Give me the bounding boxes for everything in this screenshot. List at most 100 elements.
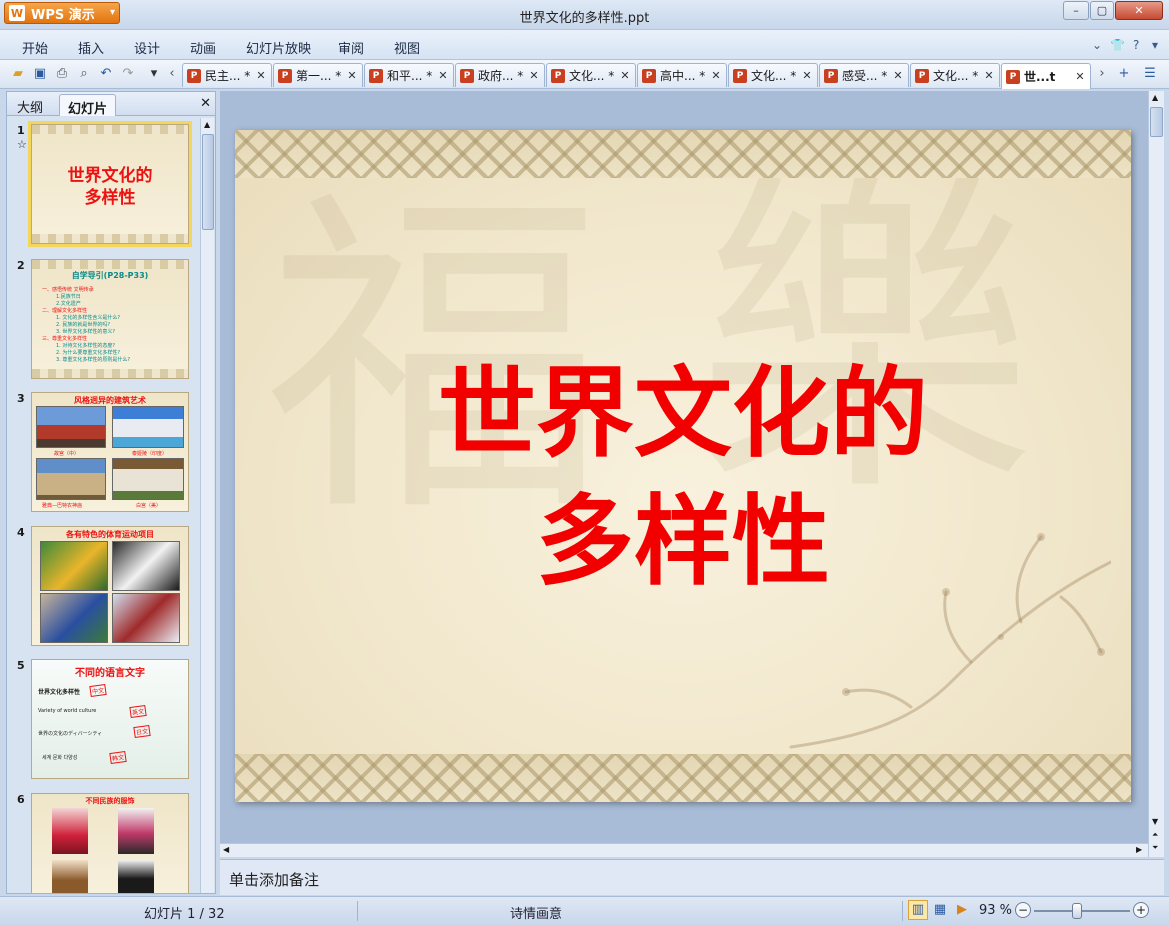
photo-costume: [118, 808, 154, 854]
doc-tab[interactable]: P 第一... * ✕: [273, 63, 363, 87]
slide-title-line1: 世界文化的: [437, 356, 928, 471]
save-icon[interactable]: ▣: [32, 66, 48, 82]
skin-shirt-icon[interactable]: 👕: [1110, 38, 1125, 52]
scroll-up-icon[interactable]: ▲: [1152, 93, 1158, 102]
scroll-down-icon[interactable]: ▼: [1152, 817, 1158, 826]
tab-close-icon[interactable]: ✕: [528, 69, 540, 82]
doc-tab-label: 高中... *: [660, 69, 706, 83]
thumb-text: 3. 世界文化多样性的意义?: [56, 329, 116, 335]
thumb-title-line2: 多样性: [84, 188, 136, 208]
normal-view-icon[interactable]: ▥: [908, 900, 928, 920]
slide-thumbnail-1[interactable]: 世界文化的 多样性: [28, 121, 192, 247]
doc-tab[interactable]: P 民主... * ✕: [182, 63, 272, 87]
thumb-text: 一、感悟传统 文明传承: [42, 287, 94, 293]
ppt-file-icon: P: [460, 68, 474, 83]
notes-pane[interactable]: 单击添加备注: [220, 859, 1164, 895]
ppt-file-icon: P: [733, 68, 747, 83]
slideshow-play-icon[interactable]: ▶: [952, 900, 972, 920]
close-icon: ✕: [1134, 4, 1144, 17]
slide-thumbnail-3[interactable]: 风格迥异的建筑艺术 故宫（中） 泰姬陵（印度） 雅典—巴特农神庙 白宫（美）: [31, 392, 189, 512]
help-icon[interactable]: ?: [1133, 38, 1139, 52]
ppt-file-icon: P: [278, 68, 292, 83]
tabs-scroll-left-icon[interactable]: ‹: [164, 66, 180, 82]
slide-thumbnail-6[interactable]: 不同民族的服饰: [31, 793, 189, 893]
doc-tab[interactable]: P 文化... * ✕: [910, 63, 1000, 87]
thumbnail-scrollbar[interactable]: ▲: [200, 118, 214, 893]
tab-close-icon[interactable]: ✕: [1074, 70, 1086, 83]
photo-skiing: [112, 593, 180, 643]
scroll-up-icon[interactable]: ▲: [204, 120, 210, 129]
canvas-vertical-scrollbar[interactable]: ▲ ▼ ⏶ ⏷: [1148, 91, 1164, 857]
toolbar-dropdown-icon[interactable]: ▾: [146, 66, 162, 82]
scroll-right-icon[interactable]: ▶: [1136, 845, 1142, 854]
tab-close-icon[interactable]: ✕: [346, 69, 358, 82]
menu-slideshow[interactable]: 幻灯片放映: [246, 38, 311, 57]
thumb-text: 1. 文化的多样性含义是什么?: [56, 315, 121, 321]
slide-thumbnail-4[interactable]: 各有特色的体育运动项目: [31, 526, 189, 646]
menu-animation[interactable]: 动画: [190, 38, 216, 57]
language-text: Variety of world culture: [38, 708, 97, 714]
tab-outline[interactable]: 大纲: [9, 94, 51, 116]
redo-icon[interactable]: ↷: [120, 66, 136, 82]
scrollbar-thumb[interactable]: [202, 134, 214, 230]
tab-close-icon[interactable]: ✕: [255, 69, 267, 82]
doc-tab[interactable]: P 感受... * ✕: [819, 63, 909, 87]
scroll-left-icon[interactable]: ◀: [223, 845, 229, 854]
doc-tab[interactable]: P 和平... * ✕: [364, 63, 454, 87]
language-text: 世界文化多样性: [38, 689, 81, 696]
transition-star-icon: ☆: [17, 138, 27, 151]
status-bar: 幻灯片 1 / 32 诗情画意 ▥ ▦ ▶ 93 % − +: [0, 896, 1169, 925]
slide-thumbnail-5[interactable]: 不同的语言文字 世界文化多样性 中文 Variety of world cult…: [31, 659, 189, 779]
doc-tab-active[interactable]: P 世...t ✕: [1001, 63, 1091, 89]
tab-slides[interactable]: 幻灯片: [59, 94, 117, 117]
maximize-button[interactable]: ▢: [1090, 1, 1114, 20]
doc-tab[interactable]: P 文化... * ✕: [546, 63, 636, 87]
photo-taj-mahal: [112, 406, 184, 448]
thumb-title: 各有特色的体育运动项目: [66, 530, 154, 539]
zoom-in-icon[interactable]: +: [1133, 902, 1149, 918]
zoom-slider-handle[interactable]: [1072, 903, 1082, 919]
thumb-text: 1. 对待文化多样性的态度?: [56, 343, 116, 349]
scrollbar-thumb[interactable]: [1150, 107, 1163, 137]
canvas-horizontal-scrollbar[interactable]: ◀ ▶: [220, 843, 1148, 857]
menu-design[interactable]: 设计: [134, 38, 160, 57]
ribbon-collapse-icon[interactable]: ⌄: [1092, 38, 1102, 52]
zoom-out-icon[interactable]: −: [1015, 902, 1031, 918]
doc-tab[interactable]: P 政府... * ✕: [455, 63, 545, 87]
doc-tab[interactable]: P 文化... * ✕: [728, 63, 818, 87]
tab-close-icon[interactable]: ✕: [710, 69, 722, 82]
doc-tab[interactable]: P 高中... * ✕: [637, 63, 727, 87]
print-icon[interactable]: ⎙: [54, 66, 70, 82]
zoom-slider-track[interactable]: [1034, 910, 1130, 912]
menu-review[interactable]: 审阅: [338, 38, 364, 57]
minimize-button[interactable]: –: [1063, 1, 1089, 20]
tabs-scroll-right-icon[interactable]: ›: [1094, 66, 1110, 82]
open-folder-icon[interactable]: ▰: [10, 66, 26, 82]
slide-1-canvas[interactable]: 福 樂 世界文化的 多样性: [235, 130, 1131, 802]
menu-start[interactable]: 开始: [22, 38, 48, 57]
new-tab-plus-icon[interactable]: +: [1116, 66, 1132, 82]
tab-close-icon[interactable]: ✕: [892, 69, 904, 82]
tab-close-icon[interactable]: ✕: [983, 69, 995, 82]
menu-insert[interactable]: 插入: [78, 38, 104, 57]
print-preview-icon[interactable]: ⌕: [76, 66, 92, 82]
tab-close-icon[interactable]: ✕: [437, 69, 449, 82]
close-window-button[interactable]: ✕: [1115, 1, 1163, 20]
slide-sorter-icon[interactable]: ▦: [930, 900, 950, 920]
slide-title[interactable]: 世界文化的 多样性: [235, 350, 1131, 606]
tab-close-icon[interactable]: ✕: [801, 69, 813, 82]
panel-close-icon[interactable]: ✕: [200, 96, 211, 111]
help-dropdown-icon[interactable]: ▾: [1152, 38, 1158, 52]
next-slide-icon[interactable]: ⏷: [1152, 843, 1158, 853]
menu-view[interactable]: 视图: [394, 38, 420, 57]
photo-caption: 雅典—巴特农神庙: [42, 503, 83, 509]
previous-slide-icon[interactable]: ⏶: [1152, 830, 1158, 840]
tab-list-icon[interactable]: ☰: [1142, 66, 1158, 82]
menu-bar: 开始 插入 设计 动画 幻灯片放映 审阅 视图 ⌄ 👕 ? ▾: [0, 30, 1169, 60]
doc-tab-label: 世...t: [1024, 70, 1056, 84]
undo-icon[interactable]: ↶: [98, 66, 114, 82]
tab-close-icon[interactable]: ✕: [619, 69, 631, 82]
thumb-title: 不同的语言文字: [75, 668, 145, 679]
slide-thumbnail-2[interactable]: 自学导引(P28-P33) 一、感悟传统 文明传承 1.民族节日 2.文化遗产 …: [31, 259, 189, 379]
thumb-text: 1.民族节日: [56, 294, 81, 300]
